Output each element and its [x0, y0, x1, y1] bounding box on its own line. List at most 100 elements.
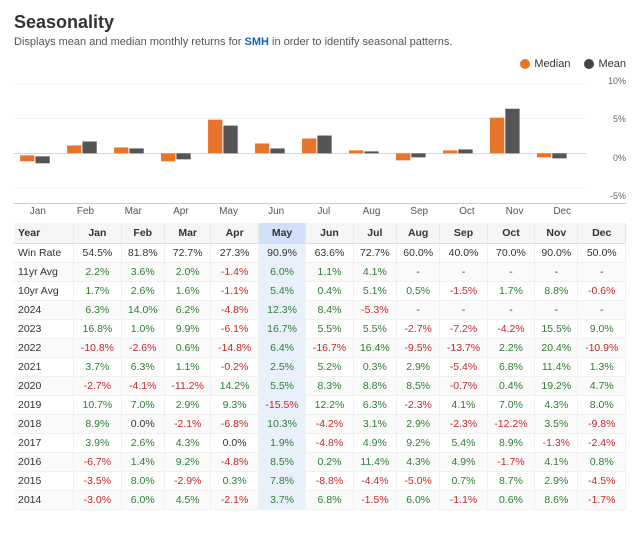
col-jul: Jul: [353, 223, 396, 244]
cell: 5.5%: [306, 320, 353, 339]
cell: 6.0%: [258, 263, 305, 282]
cell: 1.7%: [487, 282, 534, 301]
cell: -2.1%: [164, 415, 211, 434]
cell: -9.5%: [397, 339, 440, 358]
row-label: Win Rate: [14, 244, 74, 263]
cell: -: [487, 263, 534, 282]
cell: -6.8%: [211, 415, 258, 434]
cell: -2.6%: [121, 339, 164, 358]
cell: 1.9%: [258, 434, 305, 453]
cell: 0.0%: [121, 415, 164, 434]
cell: 2.9%: [164, 396, 211, 415]
cell: 1.1%: [306, 263, 353, 282]
cell: -: [397, 263, 440, 282]
cell: -: [440, 301, 487, 320]
col-jun: Jun: [306, 223, 353, 244]
cell: -5.3%: [353, 301, 396, 320]
cell: -15.5%: [258, 396, 305, 415]
row-label: 2018: [14, 415, 74, 434]
cell: 2.9%: [397, 415, 440, 434]
chart-svg: [14, 74, 586, 203]
row-label: 2024: [14, 301, 74, 320]
cell: 6.4%: [258, 339, 305, 358]
ticker: SMH: [245, 36, 269, 48]
cell: -1.3%: [535, 434, 578, 453]
cell: 8.5%: [258, 453, 305, 472]
cell: 3.6%: [121, 263, 164, 282]
cell: 20.4%: [535, 339, 578, 358]
cell: 81.8%: [121, 244, 164, 263]
cell: -4.8%: [211, 453, 258, 472]
table-row: 2015-3.5%8.0%-2.9%0.3%7.8%-8.8%-4.4%-5.0…: [14, 472, 626, 491]
cell: 9.2%: [164, 453, 211, 472]
table-row: 201910.7%7.0%2.9%9.3%-15.5%12.2%6.3%-2.3…: [14, 396, 626, 415]
cell: -4.8%: [211, 301, 258, 320]
cell: 2.5%: [258, 358, 305, 377]
cell: -6.1%: [211, 320, 258, 339]
cell: 2.9%: [535, 472, 578, 491]
cell: -3.0%: [74, 491, 121, 510]
col-year: Year: [14, 223, 74, 244]
cell: 70.0%: [487, 244, 534, 263]
cell: 5.1%: [353, 282, 396, 301]
chart-legend: Median Mean: [14, 58, 626, 70]
cell: 4.7%: [578, 377, 626, 396]
cell: 2.2%: [487, 339, 534, 358]
col-apr: Apr: [211, 223, 258, 244]
cell: 7.8%: [258, 472, 305, 491]
cell: 8.7%: [487, 472, 534, 491]
cell: -2.7%: [397, 320, 440, 339]
cell: 8.9%: [487, 434, 534, 453]
cell: 3.9%: [74, 434, 121, 453]
cell: -6.7%: [74, 453, 121, 472]
cell: 5.4%: [440, 434, 487, 453]
cell: -0.6%: [578, 282, 626, 301]
cell: 9.3%: [211, 396, 258, 415]
row-label: 2021: [14, 358, 74, 377]
cell: 3.7%: [74, 358, 121, 377]
cell: -1.5%: [440, 282, 487, 301]
cell: 2.6%: [121, 282, 164, 301]
cell: 19.2%: [535, 377, 578, 396]
cell: 11.4%: [353, 453, 396, 472]
table-row: 202316.8%1.0%9.9%-6.1%16.7%5.5%5.5%-2.7%…: [14, 320, 626, 339]
cell: 14.2%: [211, 377, 258, 396]
cell: 11.4%: [535, 358, 578, 377]
cell: 8.8%: [535, 282, 578, 301]
cell: 2.0%: [164, 263, 211, 282]
cell: 6.2%: [164, 301, 211, 320]
cell: 7.0%: [487, 396, 534, 415]
cell: -0.7%: [440, 377, 487, 396]
cell: -1.1%: [211, 282, 258, 301]
cell: 0.4%: [306, 282, 353, 301]
cell: -2.9%: [164, 472, 211, 491]
cell: 0.3%: [353, 358, 396, 377]
cell: 0.8%: [578, 453, 626, 472]
table-row: 20246.3%14.0%6.2%-4.8%12.3%8.4%-5.3%----…: [14, 301, 626, 320]
cell: 0.6%: [164, 339, 211, 358]
cell: 72.7%: [353, 244, 396, 263]
table-row: Win Rate54.5%81.8%72.7%27.3%90.9%63.6%72…: [14, 244, 626, 263]
row-label: 2019: [14, 396, 74, 415]
cell: 5.5%: [258, 377, 305, 396]
cell: 2.9%: [397, 358, 440, 377]
cell: 50.0%: [578, 244, 626, 263]
cell: 1.7%: [74, 282, 121, 301]
cell: -4.1%: [121, 377, 164, 396]
cell: 0.6%: [487, 491, 534, 510]
col-sep: Sep: [440, 223, 487, 244]
cell: 5.2%: [306, 358, 353, 377]
cell: 8.4%: [306, 301, 353, 320]
cell: 6.3%: [74, 301, 121, 320]
cell: 10.3%: [258, 415, 305, 434]
cell: -: [578, 263, 626, 282]
cell: -0.2%: [211, 358, 258, 377]
cell: 5.4%: [258, 282, 305, 301]
col-dec: Dec: [578, 223, 626, 244]
cell: 0.4%: [487, 377, 534, 396]
cell: 6.8%: [306, 491, 353, 510]
cell: 7.0%: [121, 396, 164, 415]
cell: 12.3%: [258, 301, 305, 320]
x-axis: Jan Feb Mar Apr May Jun Jul Aug Sep Oct …: [14, 206, 586, 217]
cell: -1.7%: [578, 491, 626, 510]
